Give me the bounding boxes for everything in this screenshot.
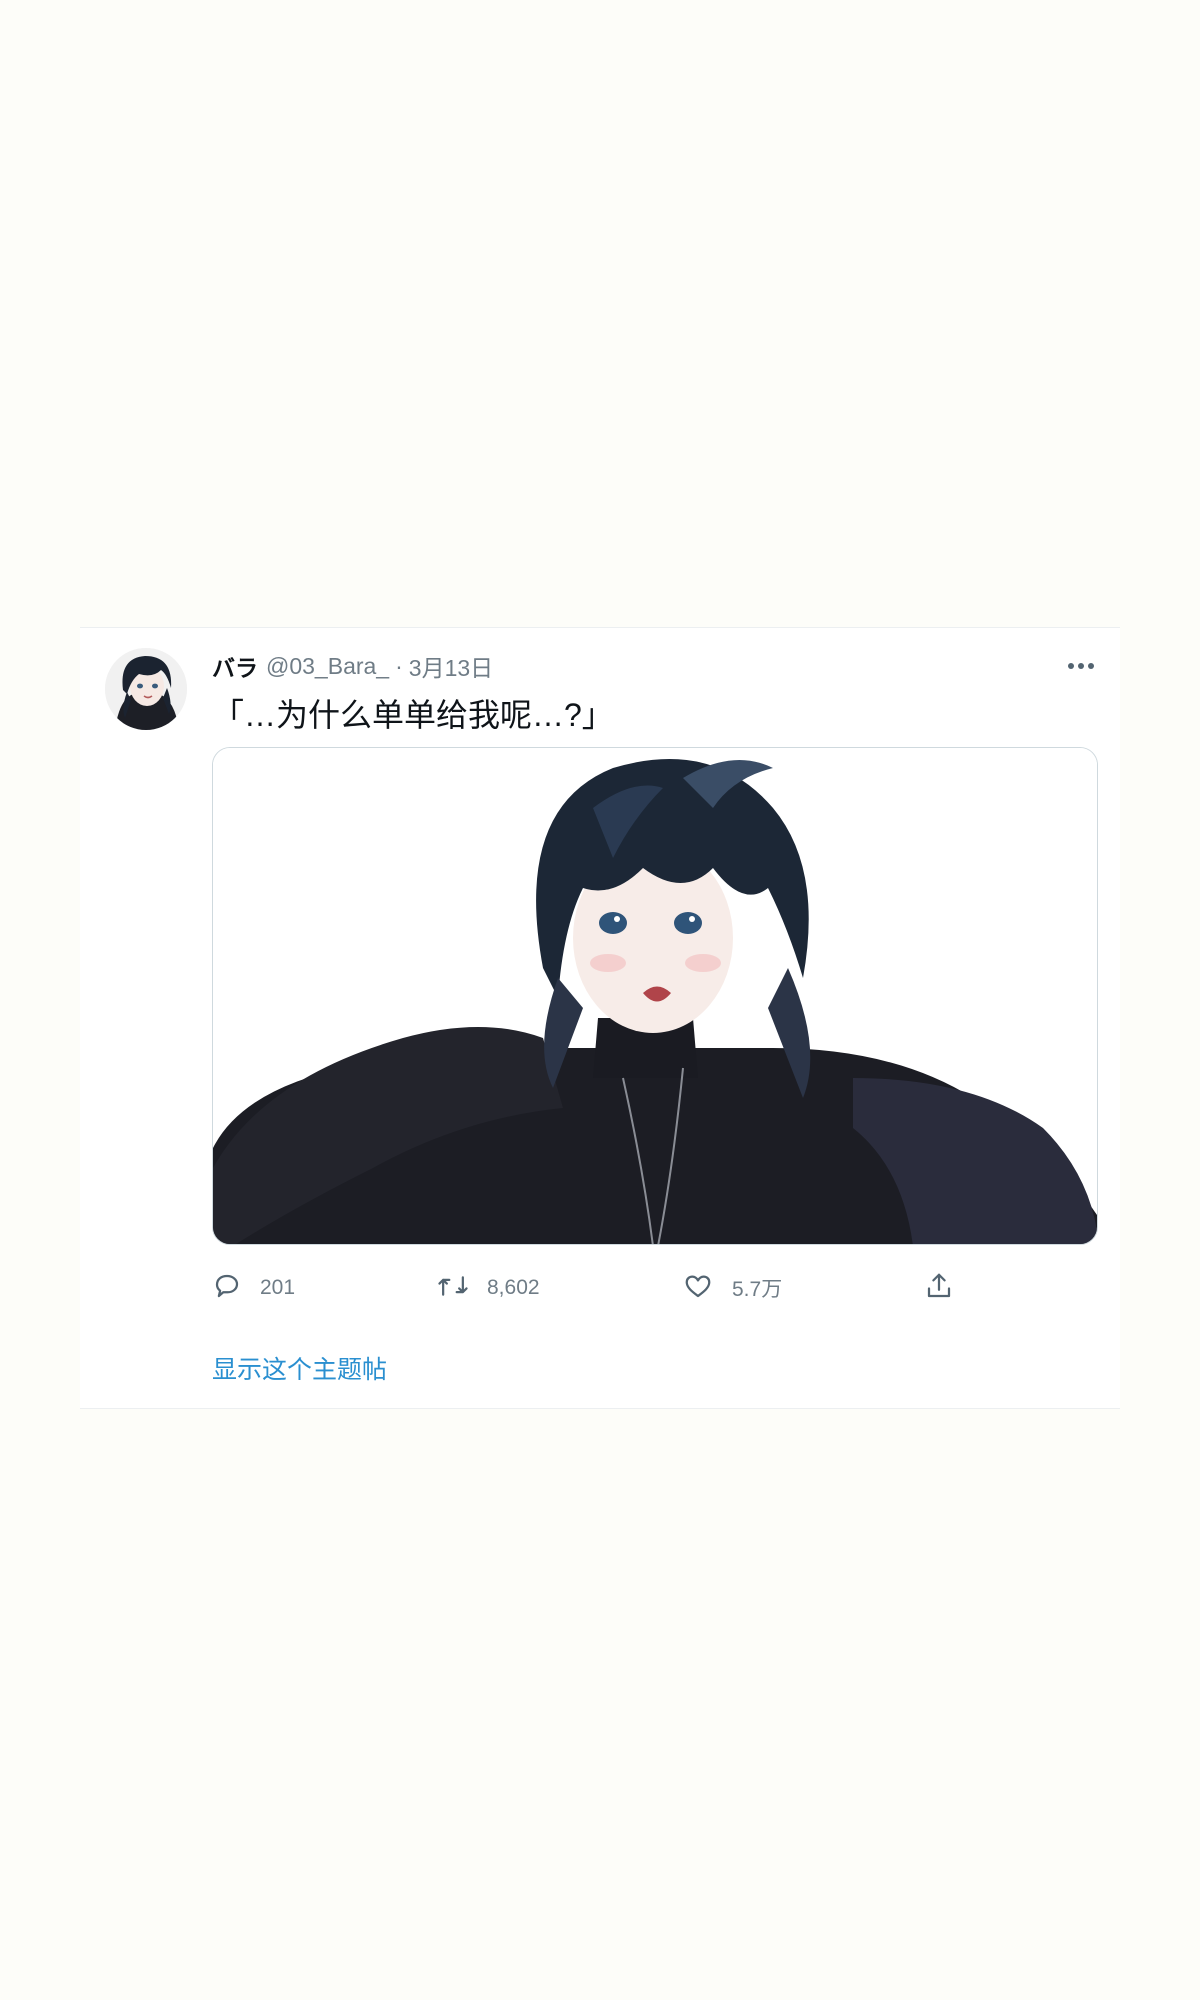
avatar[interactable] <box>105 648 187 730</box>
tweet-header: バラ @03_Bara_ · 3月13日 <box>212 649 493 683</box>
reply-button[interactable]: 201 <box>212 1268 295 1308</box>
share-icon <box>924 1271 954 1306</box>
retweet-button[interactable]: 8,602 <box>437 1268 540 1308</box>
share-button[interactable] <box>924 1268 954 1308</box>
retweet-count: 8,602 <box>487 1276 540 1299</box>
tweet-date[interactable]: 3月13日 <box>409 649 493 683</box>
show-thread-link[interactable]: 显示这个主题帖 <box>212 1350 387 1386</box>
user-handle[interactable]: @03_Bara_ <box>266 653 389 680</box>
more-horizontal-icon[interactable] <box>1066 658 1096 674</box>
header-separator: · <box>395 652 403 679</box>
heart-icon <box>682 1271 714 1306</box>
tweet-media-image[interactable] <box>212 747 1098 1245</box>
like-count: 5.7万 <box>732 1278 783 1301</box>
display-name[interactable]: バラ <box>212 649 258 683</box>
retweet-icon <box>437 1271 469 1306</box>
reply-bubble-icon <box>212 1271 242 1306</box>
anime-illustration <box>213 748 1097 1244</box>
tweet-actions: 201 8,602 5.7万 <box>212 1268 1098 1308</box>
tweet-card[interactable]: バラ @03_Bara_ · 3月13日 「…为什么单单给我呢…?」 201 8… <box>80 627 1120 1409</box>
reply-count: 201 <box>260 1276 296 1299</box>
like-button[interactable]: 5.7万 <box>682 1268 782 1308</box>
tweet-text: 「…为什么单单给我呢…?」 <box>212 697 614 733</box>
avatar-image <box>105 648 187 730</box>
